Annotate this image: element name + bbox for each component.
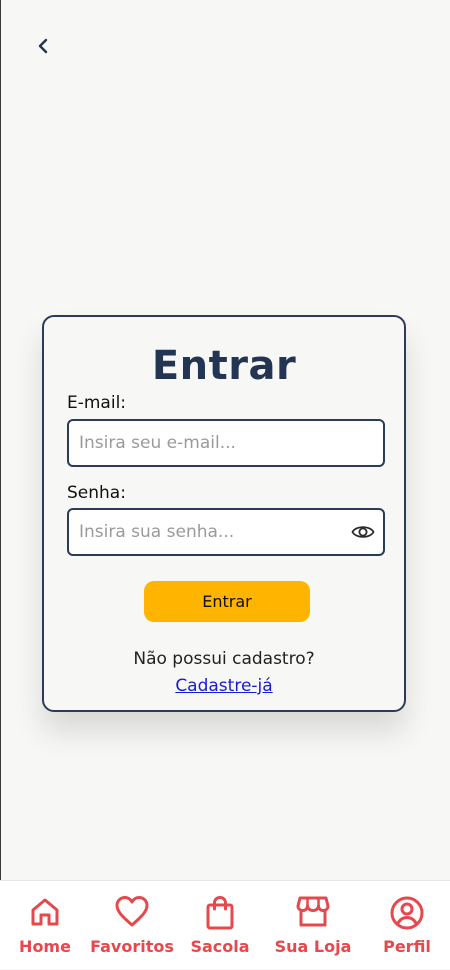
password-label: Senha: bbox=[67, 483, 126, 503]
heart-icon bbox=[115, 896, 149, 927]
login-card: Entrar E-mail: Senha: Entrar Não possui … bbox=[42, 315, 406, 712]
nav-label-sacola: Sacola bbox=[190, 937, 250, 956]
signup-question: Não possui cadastro? bbox=[133, 649, 315, 669]
user-circle-icon bbox=[390, 896, 424, 930]
left-edge-divider bbox=[0, 0, 1, 880]
nav-item-sua-loja[interactable]: Sua Loja bbox=[270, 881, 356, 970]
nav-item-favoritos[interactable]: Favoritos bbox=[88, 881, 176, 970]
nav-label-favoritos: Favoritos bbox=[90, 937, 174, 956]
nav-item-perfil[interactable]: Perfil bbox=[372, 881, 442, 970]
store-icon bbox=[296, 896, 330, 927]
email-field-container bbox=[67, 419, 385, 467]
eye-icon[interactable] bbox=[351, 521, 375, 543]
nav-label-home: Home bbox=[19, 937, 71, 956]
signup-link[interactable]: Cadastre-já bbox=[175, 676, 272, 696]
email-field[interactable] bbox=[69, 433, 383, 453]
back-button[interactable] bbox=[30, 32, 56, 60]
page-title: Entrar bbox=[151, 343, 297, 389]
login-submit-button[interactable]: Entrar bbox=[144, 581, 310, 622]
nav-label-perfil: Perfil bbox=[383, 937, 431, 956]
chevron-left-icon bbox=[38, 38, 48, 54]
nav-item-home[interactable]: Home bbox=[8, 881, 82, 970]
nav-item-sacola[interactable]: Sacola bbox=[184, 881, 256, 970]
home-icon bbox=[31, 898, 59, 926]
password-field[interactable] bbox=[69, 522, 383, 542]
nav-label-sua-loja: Sua Loja bbox=[274, 937, 352, 956]
shopping-bag-icon bbox=[206, 895, 234, 930]
password-field-container bbox=[67, 508, 385, 556]
email-label: E-mail: bbox=[67, 393, 127, 413]
bottom-nav: Home Favoritos Sacola Sua Loja Perfil bbox=[0, 880, 450, 969]
